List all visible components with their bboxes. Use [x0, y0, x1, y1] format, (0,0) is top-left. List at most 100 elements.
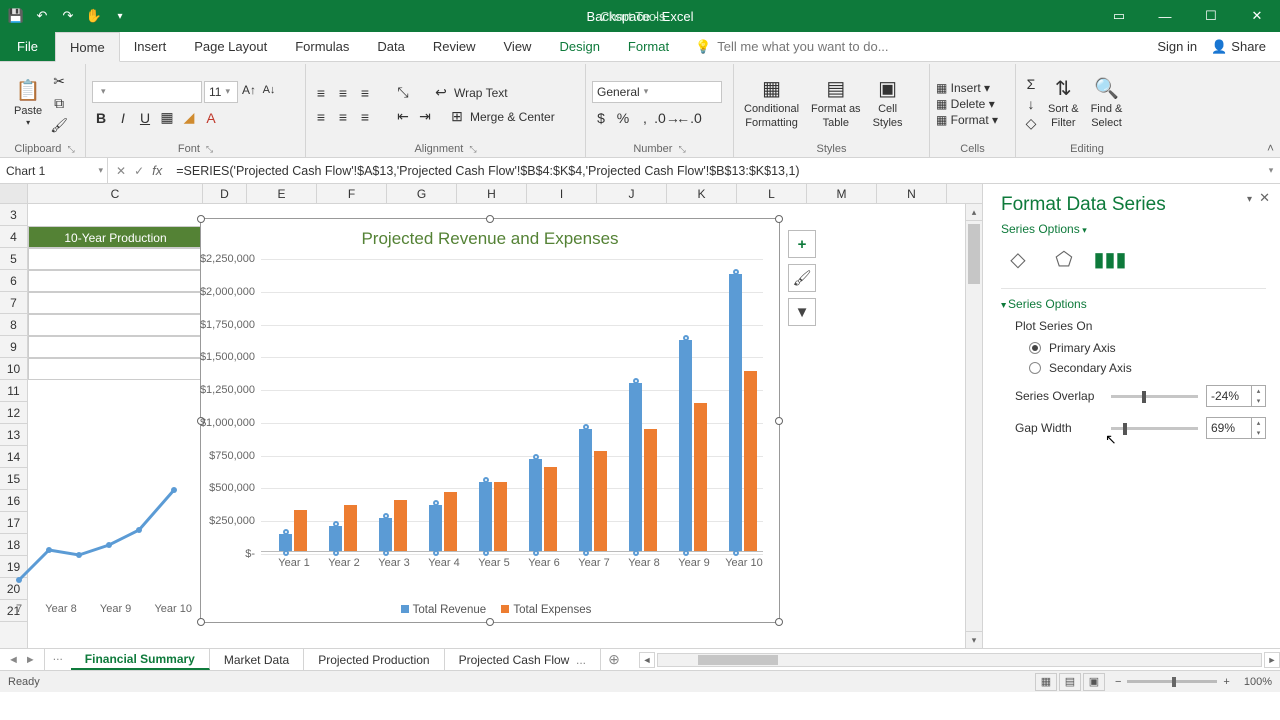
- row-header[interactable]: 7: [0, 292, 27, 314]
- gap-width-input[interactable]: 69% ▴▾: [1206, 417, 1266, 439]
- sheet-tab-market-data[interactable]: Market Data: [210, 649, 304, 670]
- zoom-in-icon[interactable]: +: [1223, 676, 1229, 688]
- sheet-tab-projected-production[interactable]: Projected Production: [304, 649, 444, 670]
- bar-group[interactable]: [679, 340, 707, 551]
- cut-icon[interactable]: ✂: [50, 73, 68, 91]
- formula-input[interactable]: =SERIES('Projected Cash Flow'!$A$13,'Pro…: [170, 164, 1262, 178]
- primary-axis-radio[interactable]: Primary Axis: [1001, 341, 1266, 355]
- row-header[interactable]: 9: [0, 336, 27, 358]
- resize-handle[interactable]: [775, 215, 783, 223]
- column-header[interactable]: M: [807, 184, 877, 203]
- chart-title[interactable]: Projected Revenue and Expenses: [201, 219, 779, 255]
- column-header[interactable]: I: [527, 184, 597, 203]
- new-sheet-button[interactable]: ⊕: [601, 649, 627, 670]
- row-header[interactable]: 11: [0, 380, 27, 402]
- sheet-nav-prev-icon[interactable]: ◄: [8, 654, 19, 666]
- resize-handle[interactable]: [775, 618, 783, 626]
- tab-design[interactable]: Design: [545, 32, 613, 61]
- series-overlap-input[interactable]: -24% ▴▾: [1206, 385, 1266, 407]
- format-cells-button[interactable]: ▦ Format ▾: [936, 113, 1009, 127]
- sheet-nav-more[interactable]: ...: [45, 649, 71, 670]
- cell[interactable]: [28, 248, 203, 270]
- bar-revenue[interactable]: [379, 518, 392, 551]
- wrap-text-button[interactable]: Wrap Text: [454, 86, 508, 100]
- scroll-up-icon[interactable]: ▴: [966, 204, 982, 221]
- bar-revenue[interactable]: [529, 459, 542, 551]
- enter-formula-icon[interactable]: ✓: [134, 164, 144, 178]
- row-header[interactable]: 10: [0, 358, 27, 380]
- increase-indent-icon[interactable]: ⇥: [416, 108, 434, 126]
- column-header[interactable]: N: [877, 184, 947, 203]
- secondary-axis-radio[interactable]: Secondary Axis: [1001, 361, 1266, 375]
- touch-mode-icon[interactable]: ✋: [86, 8, 102, 24]
- spin-up-icon[interactable]: ▴: [1251, 418, 1265, 428]
- copy-icon[interactable]: ⧉: [50, 95, 68, 113]
- dialog-launcher-icon[interactable]: ⤡: [678, 144, 685, 155]
- bar-expenses[interactable]: [644, 429, 657, 551]
- scroll-down-icon[interactable]: ▾: [966, 631, 982, 648]
- bar-group[interactable]: [579, 429, 607, 551]
- bold-icon[interactable]: B: [92, 109, 110, 127]
- align-center-icon[interactable]: ≡: [334, 108, 352, 126]
- bar-group[interactable]: [629, 383, 657, 551]
- font-name-combo[interactable]: [92, 81, 202, 103]
- chart-plot-area[interactable]: $-$250,000$500,000$750,000$1,000,000$1,2…: [261, 259, 763, 552]
- clear-icon[interactable]: ◇: [1022, 115, 1040, 133]
- vertical-scrollbar[interactable]: ▴ ▾: [965, 204, 982, 648]
- bar-revenue[interactable]: [279, 534, 292, 551]
- bar-revenue[interactable]: [679, 340, 692, 551]
- bar-revenue[interactable]: [329, 526, 342, 551]
- conditional-formatting-button[interactable]: ▦Conditional Formatting: [740, 75, 803, 131]
- decrease-indent-icon[interactable]: ⇤: [394, 108, 412, 126]
- tell-me-search[interactable]: 💡 Tell me what you want to do...: [683, 32, 1157, 61]
- tab-insert[interactable]: Insert: [120, 32, 181, 61]
- column-header[interactable]: L: [737, 184, 807, 203]
- bar-expenses[interactable]: [594, 451, 607, 551]
- scrollbar-thumb[interactable]: [698, 655, 778, 665]
- cell[interactable]: [28, 314, 203, 336]
- minimize-icon[interactable]: —: [1142, 0, 1188, 32]
- cell[interactable]: [28, 336, 203, 358]
- embedded-chart[interactable]: Projected Revenue and Expenses $-$250,00…: [200, 218, 780, 623]
- hscroll-left-icon[interactable]: ◄: [639, 652, 655, 668]
- font-color-icon[interactable]: A: [202, 109, 220, 127]
- column-header[interactable]: J: [597, 184, 667, 203]
- chart-legend[interactable]: Total Revenue Total Expenses: [201, 604, 779, 616]
- sort-filter-button[interactable]: ⇅Sort & Filter: [1044, 75, 1083, 131]
- bar-expenses[interactable]: [494, 482, 507, 551]
- font-size-combo[interactable]: 11: [204, 81, 238, 103]
- page-break-view-icon[interactable]: ▣: [1083, 673, 1105, 691]
- bar-expenses[interactable]: [344, 505, 357, 551]
- bar-expenses[interactable]: [394, 500, 407, 551]
- scrollbar-thumb[interactable]: [968, 224, 980, 284]
- dialog-launcher-icon[interactable]: ⤡: [67, 144, 74, 155]
- resize-handle[interactable]: [197, 618, 205, 626]
- row-header[interactable]: 13: [0, 424, 27, 446]
- cell-header[interactable]: 10-Year Production: [28, 226, 203, 248]
- section-series-options[interactable]: Series Options: [1001, 297, 1266, 311]
- fill-color-icon[interactable]: ◢: [180, 109, 198, 127]
- chart-elements-button[interactable]: +: [788, 230, 816, 258]
- spin-down-icon[interactable]: ▾: [1251, 396, 1265, 406]
- chart-filters-button[interactable]: ▼: [788, 298, 816, 326]
- bar-group[interactable]: [279, 510, 307, 551]
- tab-page-layout[interactable]: Page Layout: [180, 32, 281, 61]
- bar-expenses[interactable]: [444, 492, 457, 551]
- border-icon[interactable]: ▦: [158, 109, 176, 127]
- name-box[interactable]: Chart 1: [0, 158, 108, 183]
- orientation-icon[interactable]: ⤡: [394, 84, 412, 102]
- cell[interactable]: [28, 270, 203, 292]
- zoom-level[interactable]: 100%: [1244, 676, 1272, 688]
- series-overlap-slider[interactable]: [1111, 395, 1198, 398]
- format-painter-icon[interactable]: 🖌: [50, 117, 68, 135]
- close-icon[interactable]: ✕: [1234, 0, 1280, 32]
- undo-icon[interactable]: ↶: [34, 8, 50, 24]
- mini-line-chart[interactable]: 7Year 8Year 9Year 10: [14, 450, 194, 620]
- tab-data[interactable]: Data: [363, 32, 418, 61]
- tab-home[interactable]: Home: [55, 32, 120, 62]
- column-header[interactable]: G: [387, 184, 457, 203]
- resize-handle[interactable]: [775, 417, 783, 425]
- ribbon-display-options-icon[interactable]: ▭: [1096, 0, 1142, 32]
- column-header[interactable]: F: [317, 184, 387, 203]
- save-icon[interactable]: 💾: [8, 8, 24, 24]
